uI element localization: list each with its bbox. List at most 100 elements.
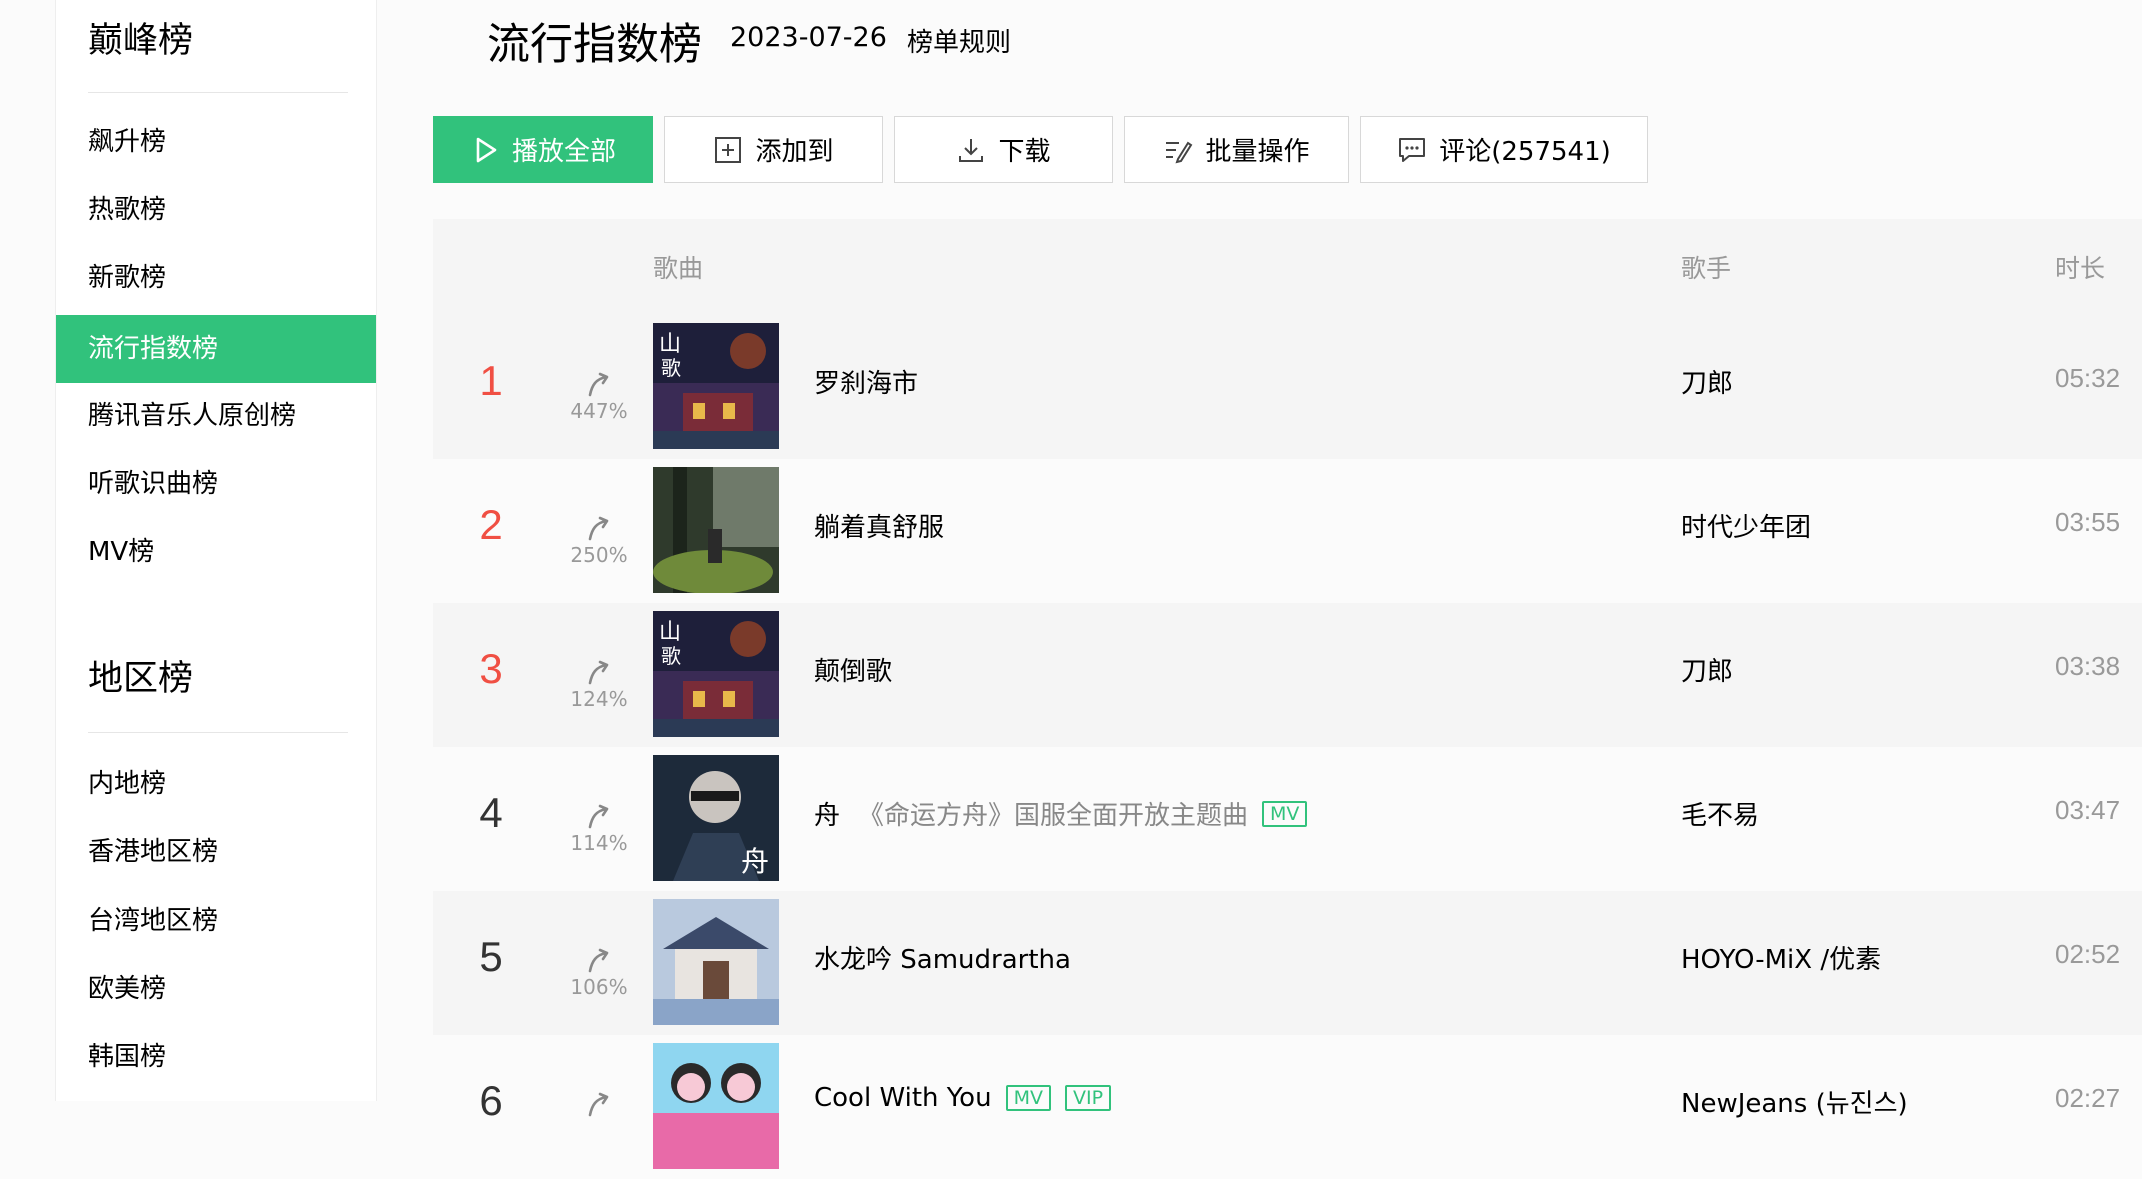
mv-badge[interactable]: MV bbox=[1262, 800, 1308, 827]
song-name[interactable]: 躺着真舒服 bbox=[814, 507, 944, 544]
svg-text:舟: 舟 bbox=[741, 845, 769, 878]
song-title[interactable]: 舟 《命运方舟》国服全面开放主题曲 MV bbox=[814, 795, 1308, 832]
song-duration: 03:55 bbox=[2055, 507, 2121, 537]
sidebar-group-title-region: 地区榜 bbox=[88, 659, 194, 699]
add-to-button[interactable]: 添加到 bbox=[664, 116, 883, 183]
table-header: 歌曲 歌手 时长 bbox=[433, 219, 2142, 315]
trend-indicator bbox=[549, 1091, 649, 1119]
sidebar-group-title-peak: 巅峰榜 bbox=[88, 21, 194, 61]
rise-arrow-icon bbox=[588, 804, 609, 829]
rank-number: 2 bbox=[479, 501, 503, 548]
table-row[interactable]: 3 124% 山 歌 颠倒歌 刀郎 03:38 bbox=[433, 603, 2142, 747]
trend-percent: 106% bbox=[570, 975, 628, 999]
page-title: 流行指数榜 bbox=[487, 20, 702, 70]
table-row[interactable]: 2 250% 躺着真舒服 时代少年团 03:55 bbox=[433, 459, 2142, 603]
table-row[interactable]: 4 114% 舟 舟 《命运方舟》国服全面开放主题曲 MV 毛不易 03:47 bbox=[433, 747, 2142, 891]
song-duration: 02:52 bbox=[2055, 939, 2121, 969]
svg-text:歌: 歌 bbox=[661, 356, 681, 380]
batch-edit-icon bbox=[1163, 135, 1193, 165]
sidebar-divider bbox=[88, 92, 348, 93]
album-cover[interactable] bbox=[653, 467, 779, 593]
sidebar-item-pop-index[interactable]: 流行指数榜 bbox=[56, 315, 376, 383]
album-cover[interactable]: 舟 bbox=[653, 755, 779, 881]
svg-text:山: 山 bbox=[659, 620, 681, 645]
song-name[interactable]: 舟 bbox=[814, 795, 840, 832]
singer-name[interactable]: 时代少年团 bbox=[1681, 507, 1811, 544]
rank-number: 3 bbox=[479, 645, 503, 692]
trend-indicator: 447% bbox=[549, 371, 649, 423]
sidebar-item-hongkong[interactable]: 香港地区榜 bbox=[56, 818, 376, 886]
song-name[interactable]: 罗刹海市 bbox=[814, 363, 918, 400]
sidebar-item-song-recognition[interactable]: 听歌识曲榜 bbox=[56, 450, 376, 518]
song-table: 歌曲 歌手 时长 1 447% 山 歌 罗刹海市 刀郎 05:32 2 250%… bbox=[433, 219, 2142, 1179]
play-all-label: 播放全部 bbox=[511, 137, 616, 167]
add-to-label: 添加到 bbox=[755, 137, 834, 167]
comments-button[interactable]: 评论(257541) bbox=[1360, 116, 1648, 183]
play-icon bbox=[470, 135, 500, 165]
column-header-singer: 歌手 bbox=[1681, 254, 1732, 283]
song-subtitle: 《命运方舟》国服全面开放主题曲 bbox=[858, 801, 1249, 831]
trend-percent: 447% bbox=[570, 399, 628, 423]
rank-number: 6 bbox=[479, 1077, 503, 1124]
table-row[interactable]: 6 Cool With You MV VIP NewJeans (뉴진스) 02… bbox=[433, 1035, 2142, 1179]
song-name[interactable]: 水龙吟 Samudrartha bbox=[814, 939, 1071, 976]
sidebar-item-soaring[interactable]: 飙升榜 bbox=[56, 108, 376, 176]
rise-arrow-icon bbox=[588, 372, 609, 397]
chart-rules-link[interactable]: 榜单规则 bbox=[907, 22, 1011, 59]
column-header-song: 歌曲 bbox=[653, 254, 704, 283]
sidebar-item-western[interactable]: 欧美榜 bbox=[56, 955, 376, 1023]
singer-name[interactable]: 毛不易 bbox=[1681, 795, 1759, 832]
trend-percent: 124% bbox=[570, 687, 628, 711]
add-square-icon bbox=[713, 135, 743, 165]
song-title[interactable]: 水龙吟 Samudrartha bbox=[814, 939, 1071, 976]
singer-name[interactable]: HOYO-MiX /优素 bbox=[1681, 939, 1881, 976]
singer-name[interactable]: 刀郎 bbox=[1681, 651, 1733, 688]
download-button[interactable]: 下载 bbox=[894, 116, 1113, 183]
album-cover[interactable] bbox=[653, 899, 779, 1025]
song-title[interactable]: Cool With You MV VIP bbox=[814, 1083, 1112, 1113]
batch-operation-button[interactable]: 批量操作 bbox=[1124, 116, 1349, 183]
song-duration: 03:47 bbox=[2055, 795, 2121, 825]
trend-indicator: 124% bbox=[549, 659, 649, 711]
rise-arrow-icon bbox=[588, 948, 609, 973]
trend-percent: 250% bbox=[570, 543, 628, 567]
song-title[interactable]: 罗刹海市 bbox=[814, 363, 918, 400]
table-row[interactable]: 5 106% 水龙吟 Samudrartha HOYO-MiX /优素 02:5… bbox=[433, 891, 2142, 1035]
album-cover[interactable]: 山 歌 bbox=[653, 323, 779, 449]
download-icon bbox=[956, 135, 986, 165]
album-cover[interactable] bbox=[653, 1043, 779, 1169]
sidebar-item-tme-original[interactable]: 腾讯音乐人原创榜 bbox=[56, 382, 376, 450]
sidebar-item-mv[interactable]: MV榜 bbox=[56, 518, 376, 586]
download-label: 下载 bbox=[998, 137, 1051, 167]
trend-percent: 114% bbox=[570, 831, 628, 855]
sidebar-item-korea[interactable]: 韩国榜 bbox=[56, 1023, 376, 1091]
rise-arrow-icon bbox=[588, 660, 609, 685]
play-all-button[interactable]: 播放全部 bbox=[433, 116, 653, 183]
sidebar-item-mainland[interactable]: 内地榜 bbox=[56, 750, 376, 818]
table-row[interactable]: 1 447% 山 歌 罗刹海市 刀郎 05:32 bbox=[433, 315, 2142, 459]
rank-number: 5 bbox=[479, 933, 503, 980]
comment-icon bbox=[1397, 135, 1427, 165]
song-title[interactable]: 躺着真舒服 bbox=[814, 507, 944, 544]
singer-name[interactable]: 刀郎 bbox=[1681, 363, 1733, 400]
trend-indicator: 250% bbox=[549, 515, 649, 567]
sidebar-item-new[interactable]: 新歌榜 bbox=[56, 244, 376, 312]
mv-badge[interactable]: MV bbox=[1005, 1085, 1051, 1111]
svg-text:山: 山 bbox=[659, 332, 681, 357]
song-duration: 02:27 bbox=[2055, 1083, 2121, 1113]
album-cover[interactable]: 山 歌 bbox=[653, 611, 779, 737]
trend-indicator: 114% bbox=[549, 803, 649, 855]
sidebar-divider bbox=[88, 732, 348, 733]
song-duration: 03:38 bbox=[2055, 651, 2121, 681]
vip-badge: VIP bbox=[1064, 1085, 1112, 1111]
song-name[interactable]: Cool With You bbox=[814, 1083, 992, 1113]
trend-indicator: 106% bbox=[549, 947, 649, 999]
comments-label: 评论(257541) bbox=[1439, 137, 1611, 167]
sidebar-item-hot[interactable]: 热歌榜 bbox=[56, 176, 376, 244]
song-title[interactable]: 颠倒歌 bbox=[814, 651, 892, 688]
sidebar: 巅峰榜 飙升榜 热歌榜 新歌榜 流行指数榜 腾讯音乐人原创榜 听歌识曲榜 MV榜… bbox=[55, 0, 377, 1101]
rise-arrow-icon bbox=[588, 1092, 609, 1117]
singer-name[interactable]: NewJeans (뉴진스) bbox=[1681, 1083, 1908, 1120]
sidebar-item-taiwan[interactable]: 台湾地区榜 bbox=[56, 887, 376, 955]
song-name[interactable]: 颠倒歌 bbox=[814, 651, 892, 688]
